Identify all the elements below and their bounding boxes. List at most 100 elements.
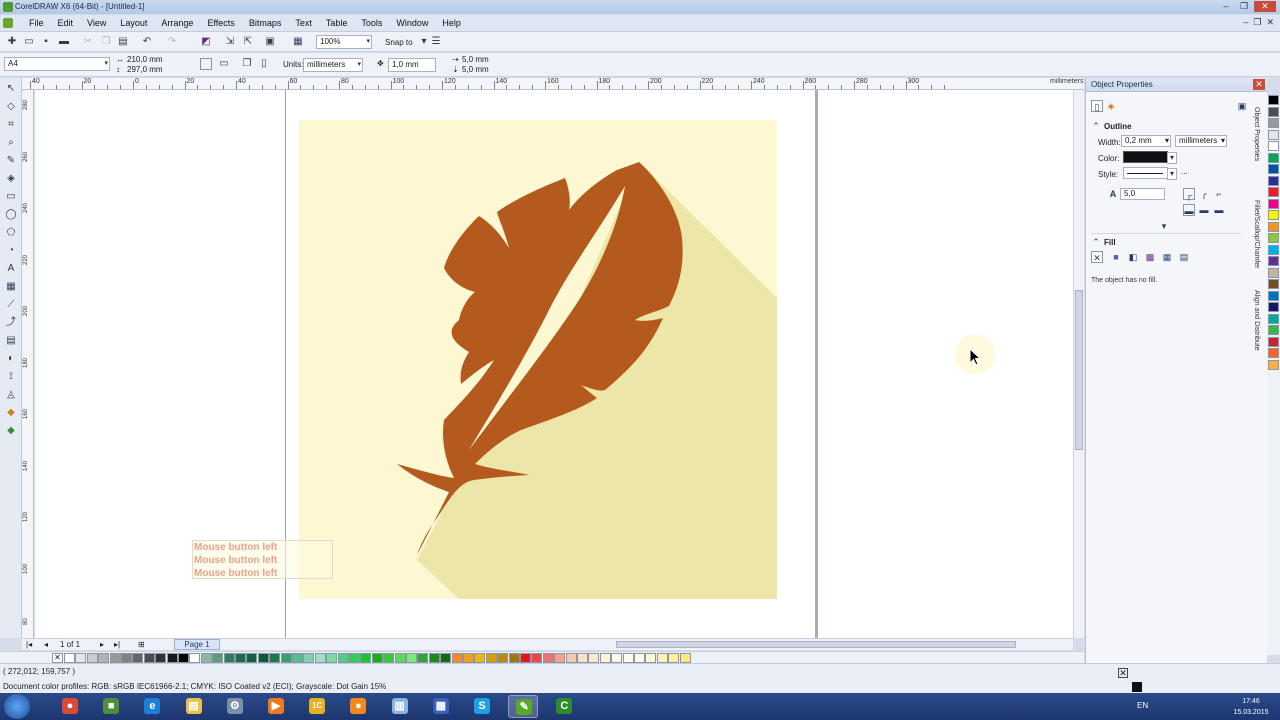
snap-to-button[interactable]: Snap to xyxy=(385,38,413,47)
rectangle-tool-icon[interactable]: ▭ xyxy=(4,190,18,204)
taskbar-app-media-player[interactable]: ▶ xyxy=(261,695,291,718)
drawing-canvas[interactable]: Mouse button left Mouse button left Mous… xyxy=(35,90,1073,638)
color-swatch[interactable] xyxy=(622,653,634,663)
import-icon[interactable]: ⇲ xyxy=(224,36,236,48)
add-page-icon[interactable]: ⊞ xyxy=(138,640,145,649)
taskbar-app-app-orange[interactable]: ● xyxy=(343,695,373,718)
color-swatch[interactable] xyxy=(360,653,372,663)
docker-close-button[interactable]: ✕ xyxy=(1253,79,1265,90)
color-swatch[interactable] xyxy=(303,653,315,663)
color-swatch[interactable] xyxy=(1268,141,1279,151)
expand-outline-icon[interactable]: ▾ xyxy=(1158,220,1170,232)
taskbar-app-file-explorer[interactable]: ▤ xyxy=(179,695,209,718)
miter-limit-field[interactable]: 5,0 xyxy=(1120,188,1165,200)
color-swatch[interactable] xyxy=(109,653,121,663)
docker-tab-fillet[interactable]: Fillet/Scallop/Chamfer xyxy=(1253,200,1260,268)
outline-style-select[interactable]: ▾ xyxy=(1123,167,1177,180)
search-content-icon[interactable]: ◩ xyxy=(200,36,212,48)
color-swatch[interactable] xyxy=(200,653,212,663)
more-style-options-icon[interactable]: ... xyxy=(1181,167,1188,176)
color-swatch[interactable] xyxy=(520,653,531,663)
outline-units-select[interactable]: millimeters ▾ xyxy=(1175,135,1227,147)
color-swatch[interactable] xyxy=(1268,175,1279,186)
color-swatch[interactable] xyxy=(656,653,668,663)
crop-tool-icon[interactable]: ⌗ xyxy=(4,118,18,132)
outline-tab-icon[interactable]: ▯ xyxy=(1091,100,1103,112)
taskbar-app-skype[interactable]: S xyxy=(467,695,497,718)
fill-indicator-icon[interactable]: ✕ xyxy=(1118,668,1128,678)
color-swatch[interactable] xyxy=(1268,267,1279,278)
uniform-fill-icon[interactable]: ■ xyxy=(1110,251,1122,263)
start-button[interactable] xyxy=(4,694,30,719)
taskbar-app-chrome[interactable]: ● xyxy=(55,695,85,718)
clock[interactable]: 17:46 15.03.2015 xyxy=(1226,696,1276,718)
taskbar-app-notepad[interactable]: ▥ xyxy=(385,695,415,718)
color-swatch[interactable] xyxy=(1268,348,1279,358)
next-page-icon[interactable]: ▸ xyxy=(100,640,104,649)
zoom-level-select[interactable]: 100% ▾ xyxy=(316,35,372,49)
color-swatch[interactable] xyxy=(1268,290,1279,301)
color-swatch[interactable] xyxy=(1268,164,1279,174)
color-swatch[interactable] xyxy=(1268,152,1279,163)
color-swatch[interactable] xyxy=(1268,359,1279,370)
color-swatch[interactable] xyxy=(189,653,201,663)
color-swatch[interactable] xyxy=(451,653,463,663)
minimize-button[interactable]: – xyxy=(1218,1,1234,12)
menu-item-file[interactable]: File xyxy=(22,17,51,30)
menu-item-bitmaps[interactable]: Bitmaps xyxy=(242,17,289,30)
color-swatch[interactable] xyxy=(508,653,520,663)
miter-corner-icon[interactable]: ┌ xyxy=(1183,188,1195,200)
horizontal-scroll-thumb[interactable] xyxy=(616,641,1016,648)
pick-tool-icon[interactable]: ↖ xyxy=(4,82,18,96)
publish-pdf-icon[interactable]: ▣ xyxy=(264,36,276,48)
page-1-tab[interactable]: Page 1 xyxy=(174,639,220,650)
color-swatch[interactable] xyxy=(1268,95,1279,105)
color-swatch[interactable] xyxy=(75,653,87,663)
color-swatch[interactable] xyxy=(1268,325,1279,335)
prev-page-icon[interactable]: ◂ xyxy=(44,640,48,649)
color-swatch[interactable] xyxy=(599,653,611,663)
color-swatch[interactable] xyxy=(394,653,406,663)
no-fill-icon[interactable]: ✕ xyxy=(1091,251,1103,263)
connector-tool-icon[interactable]: ⤴ xyxy=(4,316,18,330)
color-swatch[interactable] xyxy=(178,653,189,663)
transparency-tool-icon[interactable]: ◐ xyxy=(4,352,18,366)
outline-color-swatch[interactable]: ▾ xyxy=(1123,151,1177,164)
taskbar-app-grid-app[interactable]: ▦ xyxy=(426,695,456,718)
vertical-scroll-thumb[interactable] xyxy=(1075,290,1083,450)
color-swatch[interactable] xyxy=(269,653,281,663)
freehand-tool-icon[interactable]: ✎ xyxy=(4,154,18,168)
color-swatch[interactable] xyxy=(1268,302,1279,312)
shape-tool-icon[interactable]: ◇ xyxy=(4,100,18,114)
current-page-icon[interactable]: ▯ xyxy=(258,58,270,70)
color-swatch[interactable] xyxy=(531,653,543,663)
texture-fill-icon[interactable]: ▦ xyxy=(1161,251,1173,263)
duplicate-distance-x[interactable]: 5,0 mm xyxy=(462,55,489,64)
menu-item-layout[interactable]: Layout xyxy=(113,17,154,30)
color-swatch[interactable] xyxy=(1268,221,1279,232)
color-swatch[interactable] xyxy=(349,653,360,663)
postscript-fill-icon[interactable]: ▤ xyxy=(1178,251,1190,263)
save-icon[interactable]: ▪ xyxy=(40,36,52,48)
taskbar-app-corel-capture[interactable]: C xyxy=(549,695,579,718)
color-swatch[interactable] xyxy=(463,653,474,663)
color-swatch[interactable] xyxy=(428,653,440,663)
doc-close-icon[interactable]: ✕ xyxy=(1266,17,1274,28)
color-swatch[interactable] xyxy=(497,653,509,663)
menu-item-window[interactable]: Window xyxy=(389,17,435,30)
menu-item-view[interactable]: View xyxy=(80,17,113,30)
application-launcher-icon[interactable]: ▦ xyxy=(292,36,304,48)
document-icon[interactable] xyxy=(3,18,13,28)
page-width-field[interactable]: 210,0 mm xyxy=(127,55,163,64)
last-page-icon[interactable]: ▸| xyxy=(114,640,120,649)
interactive-effects-tool-icon[interactable]: ▤ xyxy=(4,334,18,348)
outline-width-field[interactable]: 0,2 mm ▾ xyxy=(1121,135,1171,147)
taskbar-app-minecraft[interactable]: ■ xyxy=(96,695,126,718)
collapse-fill-icon[interactable]: ⌃ xyxy=(1090,236,1102,248)
color-swatch[interactable] xyxy=(257,653,269,663)
color-swatch[interactable] xyxy=(417,653,429,663)
eyedropper-tool-icon[interactable]: ⟟ xyxy=(4,370,18,384)
color-swatch[interactable] xyxy=(577,653,588,663)
close-button[interactable]: ✕ xyxy=(1254,1,1276,12)
no-color-swatch[interactable]: ✕ xyxy=(52,653,63,663)
